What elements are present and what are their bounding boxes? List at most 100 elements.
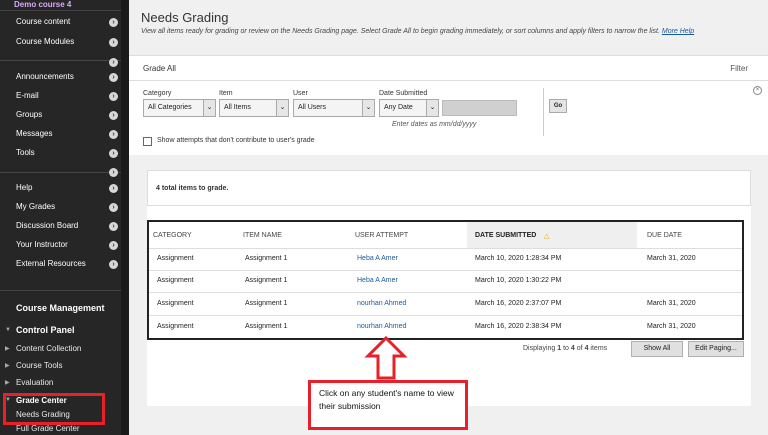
cp-full-grade-center[interactable]: Full Grade Center [16, 424, 80, 433]
nav-tools[interactable]: Tools [16, 146, 120, 160]
cell-item-name: Assignment 1 [245, 323, 288, 330]
col-header-item-name[interactable]: ITEM NAME [243, 232, 282, 239]
divider [0, 290, 121, 291]
nav-menu-icon[interactable]: › [109, 203, 118, 212]
nav-menu-icon[interactable]: › [109, 18, 118, 27]
user-attempt-link[interactable]: nourhan Ahmed [357, 323, 406, 330]
divider [149, 248, 742, 249]
date-select[interactable]: Any Date ⌄ [379, 99, 439, 117]
nav-your-instructor[interactable]: Your Instructor [16, 238, 120, 252]
nav-menu-icon[interactable]: › [109, 130, 118, 139]
highlight-box [3, 393, 105, 425]
nav-messages[interactable]: Messages [16, 127, 120, 141]
paging-status: Displaying 1 to 4 of 4 items [523, 345, 607, 352]
sidebar-collapse-strip[interactable] [121, 0, 129, 435]
col-header-user-attempt[interactable]: USER ATTEMPT [355, 232, 408, 239]
annotation-callout: Click on any student's name to view thei… [308, 380, 468, 430]
nav-menu-icon[interactable]: › [109, 149, 118, 158]
col-header-due-date[interactable]: DUE DATE [647, 232, 682, 239]
divider [0, 60, 121, 61]
col-header-date-submitted[interactable]: DATE SUBMITTED [475, 232, 536, 239]
category-select[interactable]: All Categories ⌄ [143, 99, 216, 117]
show-attempts-checkbox[interactable] [143, 137, 152, 146]
course-title[interactable]: Demo course 4 [14, 0, 71, 9]
nav-my-grades[interactable]: My Grades [16, 200, 120, 214]
show-all-button[interactable]: Show All [631, 341, 683, 357]
nav-menu-icon[interactable]: › [109, 38, 118, 47]
user-select-value: All Users [298, 104, 327, 111]
user-attempt-link[interactable]: Heba A Amer [357, 277, 398, 284]
cp-evaluation[interactable]: Evaluation [16, 378, 53, 387]
cell-date-submitted: March 16, 2020 2:38:34 PM [475, 323, 562, 330]
nav-help[interactable]: Help [16, 181, 120, 195]
category-label: Category [143, 90, 172, 97]
divider [149, 270, 742, 271]
nav-menu-icon[interactable]: › [109, 111, 118, 120]
divider [129, 80, 768, 81]
cell-item-name: Assignment 1 [245, 277, 288, 284]
date-select-value: Any Date [384, 104, 413, 111]
needs-grading-table: CATEGORY ITEM NAME USER ATTEMPT DATE SUB… [147, 220, 744, 340]
page-title: Needs Grading [141, 10, 229, 25]
nav-discussion-board[interactable]: Discussion Board [16, 219, 120, 233]
sort-ascending-icon[interactable]: △ [544, 232, 549, 240]
item-select[interactable]: All Items ⌄ [219, 99, 289, 117]
chevron-down-icon: ⌄ [426, 100, 438, 116]
edit-paging-button[interactable]: Edit Paging... [688, 341, 744, 357]
divider [543, 88, 544, 136]
nav-menu-icon[interactable]: › [109, 260, 118, 269]
nav-menu-icon[interactable]: › [109, 73, 118, 82]
paging-from: 1 [557, 345, 562, 352]
cell-due-date: March 31, 2020 [647, 300, 696, 307]
cell-item-name: Assignment 1 [245, 255, 288, 262]
nav-course-content[interactable]: Course content [16, 15, 120, 29]
chevron-down-icon: ⌄ [362, 100, 374, 116]
control-panel-heading[interactable]: Control Panel [16, 325, 75, 335]
more-help-link[interactable]: More Help [662, 28, 694, 35]
cell-category: Assignment [157, 277, 194, 284]
date-format-hint: Enter dates as mm/dd/yyyy [392, 121, 477, 128]
nav-menu-icon[interactable]: › [109, 58, 118, 67]
date-input[interactable] [442, 100, 517, 116]
table-container: CATEGORY ITEM NAME USER ATTEMPT DATE SUB… [147, 206, 751, 406]
nav-email[interactable]: E-mail [16, 89, 120, 103]
user-label: User [293, 90, 308, 97]
divider [0, 172, 121, 173]
cp-content-collection[interactable]: Content Collection [16, 344, 81, 353]
cp-course-tools[interactable]: Course Tools [16, 361, 63, 370]
close-icon[interactable]: × [753, 86, 762, 95]
nav-menu-icon[interactable]: › [109, 222, 118, 231]
nav-course-modules[interactable]: Course Modules [16, 35, 120, 49]
col-header-category[interactable]: CATEGORY [153, 232, 192, 239]
date-submitted-label: Date Submitted [379, 90, 428, 97]
total-items-text: 4 total items to grade. [156, 185, 229, 192]
paging-of-word: of [576, 345, 583, 352]
nav-menu-icon[interactable]: › [109, 92, 118, 101]
main-content: Needs Grading View all items ready for g… [129, 0, 768, 435]
chevron-down-icon: ⌄ [276, 100, 288, 116]
go-button[interactable]: Go [549, 99, 567, 113]
cell-date-submitted: March 10, 2020 1:28:34 PM [475, 255, 562, 262]
paging-to-word: to [563, 345, 569, 352]
nav-groups[interactable]: Groups [16, 108, 120, 122]
divider [149, 315, 742, 316]
nav-menu-icon[interactable]: › [109, 241, 118, 250]
chevron-down-icon: ⌄ [203, 100, 215, 116]
nav-menu-icon[interactable]: › [109, 168, 118, 177]
grade-all-button[interactable]: Grade All [143, 64, 176, 73]
user-attempt-link[interactable]: Heba A Amer [357, 255, 398, 262]
user-select[interactable]: All Users ⌄ [293, 99, 375, 117]
filter-panel: Grade All Filter Category All Categories… [129, 55, 768, 155]
annotation-arrow-up-icon [364, 336, 408, 380]
filter-toggle[interactable]: Filter [730, 64, 748, 73]
user-attempt-link[interactable]: nourhan Ahmed [357, 300, 406, 307]
nav-external-resources[interactable]: External Resources [16, 257, 120, 271]
divider [149, 292, 742, 293]
nav-announcements[interactable]: Announcements [16, 70, 120, 84]
course-sidebar: Demo course 4 Course content › Course Mo… [0, 0, 129, 435]
nav-menu-icon[interactable]: › [109, 184, 118, 193]
cell-due-date: March 31, 2020 [647, 323, 696, 330]
chevron-right-icon: ▶ [5, 363, 10, 369]
paging-suffix: items [590, 345, 608, 352]
cell-date-submitted: March 16, 2020 2:37:07 PM [475, 300, 562, 307]
